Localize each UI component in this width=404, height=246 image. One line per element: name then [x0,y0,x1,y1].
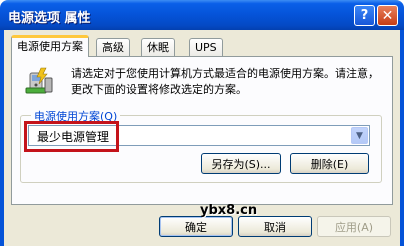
tab-hibernate[interactable]: 休眠 [141,38,175,56]
title-bar[interactable]: 电源选项 属性 ? ✕ [0,0,404,30]
save-as-button[interactable]: 另存为(S)... [201,153,281,174]
close-button[interactable]: ✕ [377,5,398,26]
apply-button[interactable]: 应用(A) [317,216,391,237]
cancel-button[interactable]: 取消 [238,216,312,237]
power-options-dialog: 电源选项 属性 ? ✕ 电源使用方案 高级 休眠 UPS 请选定对于您使用计算机… [0,0,404,246]
tab-power-schemes[interactable]: 电源使用方案 [11,35,89,57]
tab-ups[interactable]: UPS [189,38,223,56]
window-title: 电源选项 属性 [8,11,91,26]
watermark: ybx8.cn [200,203,258,218]
tab-advanced[interactable]: 高级 [96,38,130,56]
chevron-down-icon[interactable]: ▼ [351,127,368,144]
delete-button[interactable]: 删除(E) [290,153,369,174]
window-frame-left [0,30,4,246]
ok-button[interactable]: 确定 [159,216,233,237]
window-frame-right [400,30,404,246]
help-button[interactable]: ? [354,5,375,26]
scheme-description: 请选定对于您使用计算机方式最适合的电源使用方案。请注意，更改下面的设置将修改选定… [71,67,379,96]
highlight-box [24,121,119,152]
power-scheme-icon [25,67,53,94]
close-icon: ✕ [381,7,394,24]
help-icon: ? [360,8,369,23]
